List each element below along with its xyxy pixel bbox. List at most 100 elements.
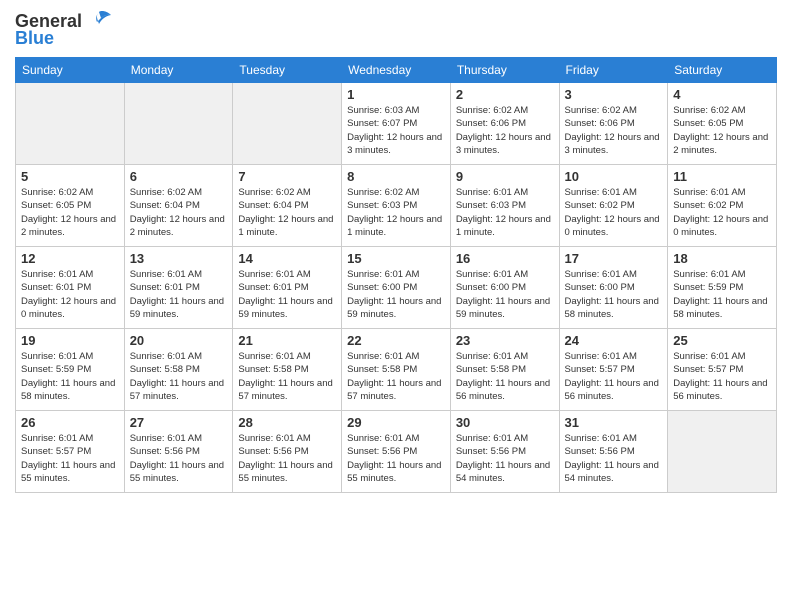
day-info: Sunrise: 6:01 AM Sunset: 6:00 PM Dayligh… <box>347 268 445 321</box>
day-info: Sunrise: 6:01 AM Sunset: 5:56 PM Dayligh… <box>347 432 445 485</box>
calendar-cell: 4 Sunrise: 6:02 AM Sunset: 6:05 PM Daylig… <box>668 83 777 165</box>
day-number: 9 <box>456 169 554 184</box>
calendar-cell: 30 Sunrise: 6:01 AM Sunset: 5:56 PM Dayli… <box>450 411 559 493</box>
day-info: Sunrise: 6:01 AM Sunset: 5:59 PM Dayligh… <box>21 350 119 403</box>
calendar-cell: 27 Sunrise: 6:01 AM Sunset: 5:56 PM Dayli… <box>124 411 233 493</box>
day-number: 31 <box>565 415 663 430</box>
day-info: Sunrise: 6:01 AM Sunset: 6:01 PM Dayligh… <box>238 268 336 321</box>
day-number: 25 <box>673 333 771 348</box>
day-info: Sunrise: 6:02 AM Sunset: 6:05 PM Dayligh… <box>21 186 119 239</box>
day-info: Sunrise: 6:01 AM Sunset: 5:56 PM Dayligh… <box>130 432 228 485</box>
day-info: Sunrise: 6:01 AM Sunset: 6:01 PM Dayligh… <box>130 268 228 321</box>
calendar-cell: 26 Sunrise: 6:01 AM Sunset: 5:57 PM Dayli… <box>16 411 125 493</box>
day-number: 16 <box>456 251 554 266</box>
day-number: 12 <box>21 251 119 266</box>
day-number: 14 <box>238 251 336 266</box>
calendar-cell: 28 Sunrise: 6:01 AM Sunset: 5:56 PM Dayli… <box>233 411 342 493</box>
day-info: Sunrise: 6:02 AM Sunset: 6:06 PM Dayligh… <box>565 104 663 157</box>
calendar-cell: 7 Sunrise: 6:02 AM Sunset: 6:04 PM Daylig… <box>233 165 342 247</box>
day-info: Sunrise: 6:02 AM Sunset: 6:06 PM Dayligh… <box>456 104 554 157</box>
calendar-cell: 10 Sunrise: 6:01 AM Sunset: 6:02 PM Dayli… <box>559 165 668 247</box>
day-info: Sunrise: 6:01 AM Sunset: 5:57 PM Dayligh… <box>565 350 663 403</box>
logo: General Blue <box>15 10 113 49</box>
calendar-cell: 22 Sunrise: 6:01 AM Sunset: 5:58 PM Dayli… <box>342 329 451 411</box>
calendar-day-header: Thursday <box>450 58 559 83</box>
day-info: Sunrise: 6:01 AM Sunset: 6:02 PM Dayligh… <box>673 186 771 239</box>
calendar-cell: 5Sunrise: 6:02 AM Sunset: 6:05 PM Daylig… <box>16 165 125 247</box>
day-number: 2 <box>456 87 554 102</box>
calendar-header-row: SundayMondayTuesdayWednesdayThursdayFrid… <box>16 58 777 83</box>
day-number: 30 <box>456 415 554 430</box>
day-info: Sunrise: 6:01 AM Sunset: 5:56 PM Dayligh… <box>238 432 336 485</box>
calendar-day-header: Monday <box>124 58 233 83</box>
calendar-week-row: 19Sunrise: 6:01 AM Sunset: 5:59 PM Dayli… <box>16 329 777 411</box>
day-info: Sunrise: 6:01 AM Sunset: 5:57 PM Dayligh… <box>673 350 771 403</box>
day-number: 22 <box>347 333 445 348</box>
day-info: Sunrise: 6:01 AM Sunset: 6:00 PM Dayligh… <box>565 268 663 321</box>
calendar-cell: 31 Sunrise: 6:01 AM Sunset: 5:56 PM Dayli… <box>559 411 668 493</box>
calendar-cell: 18 Sunrise: 6:01 AM Sunset: 5:59 PM Dayli… <box>668 247 777 329</box>
calendar-day-header: Sunday <box>16 58 125 83</box>
day-number: 13 <box>130 251 228 266</box>
day-info: Sunrise: 6:01 AM Sunset: 6:02 PM Dayligh… <box>565 186 663 239</box>
day-info: Sunrise: 6:01 AM Sunset: 5:58 PM Dayligh… <box>456 350 554 403</box>
calendar-day-header: Wednesday <box>342 58 451 83</box>
day-info: Sunrise: 6:01 AM Sunset: 5:56 PM Dayligh… <box>565 432 663 485</box>
calendar-week-row: 26 Sunrise: 6:01 AM Sunset: 5:57 PM Dayli… <box>16 411 777 493</box>
day-info: Sunrise: 6:02 AM Sunset: 6:04 PM Dayligh… <box>238 186 336 239</box>
calendar-cell: 6 Sunrise: 6:02 AM Sunset: 6:04 PM Daylig… <box>124 165 233 247</box>
calendar-cell: 15Sunrise: 6:01 AM Sunset: 6:00 PM Dayli… <box>342 247 451 329</box>
day-number: 17 <box>565 251 663 266</box>
calendar-day-header: Saturday <box>668 58 777 83</box>
day-number: 4 <box>673 87 771 102</box>
day-number: 1 <box>347 87 445 102</box>
day-info: Sunrise: 6:01 AM Sunset: 5:57 PM Dayligh… <box>21 432 119 485</box>
calendar-cell: 8 Sunrise: 6:02 AM Sunset: 6:03 PM Daylig… <box>342 165 451 247</box>
day-number: 8 <box>347 169 445 184</box>
day-number: 18 <box>673 251 771 266</box>
calendar-day-header: Friday <box>559 58 668 83</box>
day-number: 11 <box>673 169 771 184</box>
day-info: Sunrise: 6:02 AM Sunset: 6:05 PM Dayligh… <box>673 104 771 157</box>
calendar-cell: 19Sunrise: 6:01 AM Sunset: 5:59 PM Dayli… <box>16 329 125 411</box>
calendar-table: SundayMondayTuesdayWednesdayThursdayFrid… <box>15 57 777 493</box>
day-info: Sunrise: 6:01 AM Sunset: 6:01 PM Dayligh… <box>21 268 119 321</box>
day-number: 6 <box>130 169 228 184</box>
day-info: Sunrise: 6:01 AM Sunset: 5:58 PM Dayligh… <box>238 350 336 403</box>
day-number: 29 <box>347 415 445 430</box>
calendar-cell: 20Sunrise: 6:01 AM Sunset: 5:58 PM Dayli… <box>124 329 233 411</box>
day-number: 24 <box>565 333 663 348</box>
day-info: Sunrise: 6:03 AM Sunset: 6:07 PM Dayligh… <box>347 104 445 157</box>
calendar-cell: 29 Sunrise: 6:01 AM Sunset: 5:56 PM Dayli… <box>342 411 451 493</box>
calendar-cell: 23 Sunrise: 6:01 AM Sunset: 5:58 PM Dayli… <box>450 329 559 411</box>
day-info: Sunrise: 6:01 AM Sunset: 5:58 PM Dayligh… <box>347 350 445 403</box>
header: General Blue <box>15 10 777 49</box>
calendar-cell <box>16 83 125 165</box>
day-number: 21 <box>238 333 336 348</box>
day-info: Sunrise: 6:02 AM Sunset: 6:04 PM Dayligh… <box>130 186 228 239</box>
calendar-cell: 13 Sunrise: 6:01 AM Sunset: 6:01 PM Dayli… <box>124 247 233 329</box>
calendar-week-row: 5Sunrise: 6:02 AM Sunset: 6:05 PM Daylig… <box>16 165 777 247</box>
calendar-cell: 9Sunrise: 6:01 AM Sunset: 6:03 PM Daylig… <box>450 165 559 247</box>
calendar-cell: 24 Sunrise: 6:01 AM Sunset: 5:57 PM Dayli… <box>559 329 668 411</box>
day-info: Sunrise: 6:01 AM Sunset: 6:00 PM Dayligh… <box>456 268 554 321</box>
calendar-cell <box>124 83 233 165</box>
day-number: 23 <box>456 333 554 348</box>
day-number: 27 <box>130 415 228 430</box>
page-container: General Blue SundayMondayTuesdayWednesda… <box>0 0 792 612</box>
calendar-cell: 17 Sunrise: 6:01 AM Sunset: 6:00 PM Dayli… <box>559 247 668 329</box>
day-number: 26 <box>21 415 119 430</box>
day-info: Sunrise: 6:01 AM Sunset: 5:56 PM Dayligh… <box>456 432 554 485</box>
calendar-cell <box>233 83 342 165</box>
calendar-cell: 21 Sunrise: 6:01 AM Sunset: 5:58 PM Dayli… <box>233 329 342 411</box>
calendar-cell: 14 Sunrise: 6:01 AM Sunset: 6:01 PM Dayli… <box>233 247 342 329</box>
calendar-cell <box>668 411 777 493</box>
calendar-week-row: 1 Sunrise: 6:03 AM Sunset: 6:07 PM Daylig… <box>16 83 777 165</box>
day-number: 28 <box>238 415 336 430</box>
day-info: Sunrise: 6:02 AM Sunset: 6:03 PM Dayligh… <box>347 186 445 239</box>
calendar-cell: 16 Sunrise: 6:01 AM Sunset: 6:00 PM Dayli… <box>450 247 559 329</box>
day-info: Sunrise: 6:01 AM Sunset: 5:59 PM Dayligh… <box>673 268 771 321</box>
day-number: 10 <box>565 169 663 184</box>
calendar-cell: 12 Sunrise: 6:01 AM Sunset: 6:01 PM Dayli… <box>16 247 125 329</box>
day-number: 7 <box>238 169 336 184</box>
